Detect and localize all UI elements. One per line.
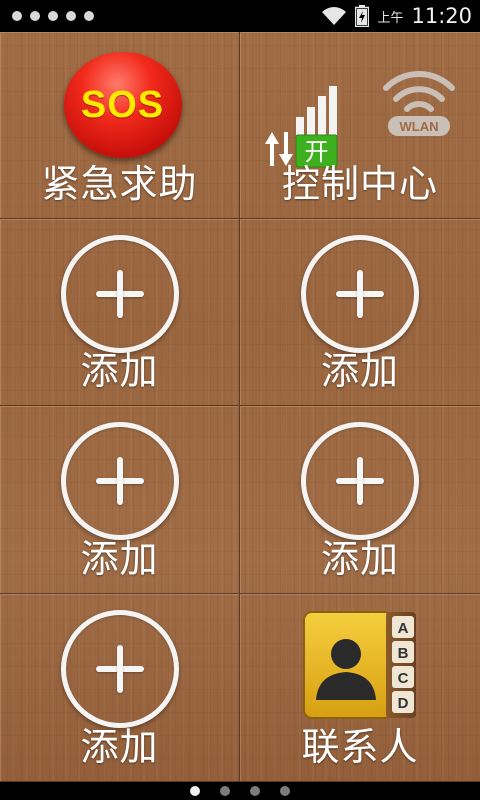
wlan-icon-text: WLAN: [400, 119, 439, 134]
sos-icon-text: SOS: [80, 83, 165, 126]
tile-add[interactable]: 添加: [240, 219, 480, 406]
tile-label: 添加: [80, 349, 159, 393]
add-icon: [60, 610, 179, 728]
contacts-book-icon: A B C D: [303, 611, 416, 719]
tile-label: 添加: [80, 725, 159, 769]
status-right: 上午 11:20: [321, 4, 472, 28]
add-icon: [301, 235, 419, 353]
notification-dot: [48, 11, 58, 21]
tile-add[interactable]: 添加: [0, 594, 240, 782]
tile-contacts[interactable]: A B C D 联系人: [240, 594, 480, 782]
clock: 11:20: [411, 4, 472, 28]
page-indicator: [0, 782, 480, 800]
page-dot-active[interactable]: [190, 786, 200, 796]
page-dot[interactable]: [280, 786, 290, 796]
status-bar: 上午 11:20: [0, 0, 480, 32]
tile-add[interactable]: 添加: [0, 219, 240, 406]
app-grid: SOS 紧急求助 开 WLAN 控制中心 添加 添加 添加 添加 添加 A B …: [0, 32, 480, 782]
notification-dot: [84, 11, 94, 21]
notification-dots: [12, 11, 94, 21]
tile-control-center[interactable]: 开 WLAN 控制中心: [240, 32, 480, 219]
tab-letter-b: B: [398, 645, 409, 662]
tile-add[interactable]: 添加: [240, 406, 480, 594]
wlan-icon: WLAN: [383, 71, 455, 136]
add-icon: [60, 235, 179, 353]
battery-charging-icon: [355, 5, 370, 27]
tab-letter-a: A: [398, 620, 409, 637]
sos-icon: SOS: [63, 52, 182, 158]
tile-add[interactable]: 添加: [0, 406, 240, 594]
am-pm-label: 上午: [377, 10, 404, 26]
tile-emergency-help[interactable]: SOS 紧急求助: [0, 32, 240, 219]
notification-dot: [66, 11, 76, 21]
notification-dot: [12, 11, 22, 21]
notification-dot: [30, 11, 40, 21]
tile-label: 控制中心: [281, 162, 438, 206]
tile-label: 添加: [80, 537, 159, 581]
add-icon: [301, 422, 419, 540]
page-dot[interactable]: [250, 786, 260, 796]
wifi-icon: [322, 7, 347, 25]
page-dot[interactable]: [220, 786, 230, 796]
tile-label: 紧急求助: [41, 162, 198, 206]
tab-letter-d: D: [398, 695, 409, 712]
tab-letter-c: C: [398, 670, 409, 687]
tile-label: 联系人: [301, 725, 419, 769]
tile-label: 添加: [320, 537, 399, 581]
add-icon: [60, 422, 179, 540]
tile-label: 添加: [320, 349, 399, 393]
